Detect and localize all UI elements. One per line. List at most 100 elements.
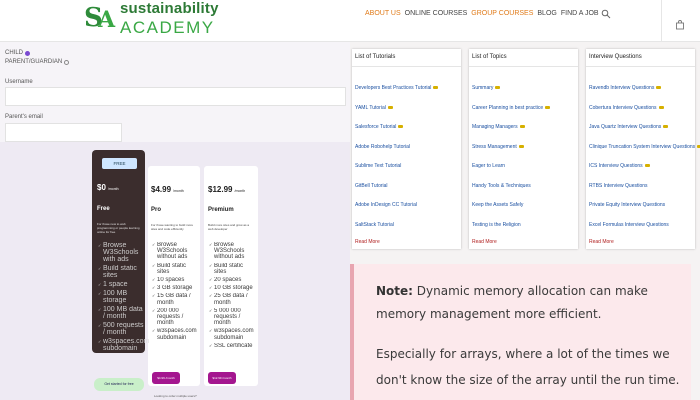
topics-read-more[interactable]: Read More [472, 239, 497, 245]
list-item: w3spaces.com subdomain [152, 328, 200, 340]
divider [586, 66, 695, 67]
interview-link[interactable]: Private Equity Interview Questions [589, 202, 700, 222]
radio-parent[interactable] [64, 59, 70, 65]
badge-icon [644, 164, 650, 168]
interview-link[interactable]: RTBS Interview Questions [589, 183, 700, 203]
nav-about-us[interactable]: ABOUT US [365, 10, 401, 17]
sustainability-academy-logo[interactable]: SA sustainability ACADEMY [84, 0, 219, 37]
pricing-card-premium: $12.99/month Premium Build more sites an… [204, 166, 258, 386]
topic-link[interactable]: Managing Managers [472, 124, 550, 144]
tutorial-link[interactable]: GitBell Tutorial [355, 183, 438, 203]
interview-link[interactable]: Cobertura Interview Questions [589, 105, 700, 125]
list-item: 100 MB storage [98, 290, 146, 304]
radio-parent-label: PARENT/GUARDIAN [5, 59, 63, 65]
list-item: 20 spaces [209, 277, 257, 283]
list-item: Build static sites [152, 263, 200, 275]
logo-title: sustainability [120, 0, 219, 17]
interview-link[interactable]: Ravendb Interview Questions [589, 85, 700, 105]
parent-email-label: Parent's email [5, 114, 43, 120]
premium-features: Browse W3Schools without ads Build stati… [209, 242, 257, 351]
pro-features: Browse W3Schools without ads Build stati… [152, 242, 200, 343]
topics-list: Summary Career Planning in best practice… [472, 85, 551, 241]
tutorials-list: Developers Best Practices Tutorial YAML … [355, 85, 439, 241]
username-label: Username [5, 79, 33, 85]
interview-list: Ravendb Interview Questions Cobertura In… [589, 85, 700, 241]
premium-name: Premium [208, 207, 234, 213]
shopping-bag-icon[interactable] [675, 20, 685, 30]
list-item: 100 MB data / month [98, 306, 146, 320]
list-item: w3spaces.com subdomain [98, 338, 149, 352]
badge-icon [433, 86, 439, 90]
interview-read-more[interactable]: Read More [589, 239, 614, 245]
tutorial-link[interactable]: YAML Tutorial [355, 105, 438, 125]
pro-desc: For those wanting to build more sites an… [151, 223, 194, 231]
nav-group-courses[interactable]: GROUP COURSES [471, 10, 533, 17]
logo-subtitle: ACADEMY [120, 18, 215, 37]
badge-icon [495, 86, 501, 90]
tutorials-read-more[interactable]: Read More [355, 239, 380, 245]
interview-card: Interview Questions Ravendb Interview Qu… [586, 49, 700, 249]
get-started-free-button[interactable]: Get started for free [94, 378, 144, 391]
interview-link[interactable]: ICS Interview Questions [589, 163, 700, 183]
list-item: Build static sites [98, 265, 146, 279]
nav-online-courses[interactable]: ONLINE COURSES [405, 10, 468, 17]
search-icon[interactable] [601, 9, 611, 19]
list-item: SSL certificate [209, 343, 257, 349]
list-item: 500 requests / month [98, 322, 146, 336]
free-badge: FREE [102, 158, 137, 169]
interview-link[interactable]: Clinique Truncation System Interview Que… [589, 144, 700, 164]
interview-link[interactable]: Java Quartz Interview Questions [589, 124, 700, 144]
cart-area [661, 0, 700, 42]
list-item: 25 GB data / month [209, 293, 257, 305]
multiple-users-note[interactable]: Looking to order multiple users? [154, 394, 197, 398]
radio-child[interactable] [25, 50, 31, 56]
username-input[interactable] [5, 87, 346, 106]
badge-icon [545, 105, 551, 109]
list-item: w3spaces.com subdomain [209, 328, 257, 340]
premium-buy-button[interactable]: $12.99 /month [208, 372, 236, 384]
pricing-card-pro: $4.99/month Pro For those wanting to bui… [148, 166, 200, 386]
list-item: Browse W3Schools without ads [152, 242, 200, 261]
topic-link[interactable]: Eager to Learn [472, 163, 550, 183]
badge-icon [518, 144, 524, 148]
topic-link[interactable]: Stress Management [472, 144, 550, 164]
site-header: SA sustainability ACADEMY ABOUT US ONLIN… [0, 0, 700, 42]
note-box: Note: Dynamic memory allocation can make… [350, 264, 691, 400]
page: SA sustainability ACADEMY ABOUT US ONLIN… [0, 0, 700, 400]
tutorial-link[interactable]: Sublime Text Tutorial [355, 163, 438, 183]
radio-child-label: CHILD [5, 50, 24, 56]
tutorial-link[interactable]: Adobe Robohelp Tutorial [355, 144, 438, 164]
tutorial-link[interactable]: Developers Best Practices Tutorial [355, 85, 439, 105]
list-item: Browse W3Schools with ads [98, 242, 146, 263]
free-features: Browse W3Schools with ads Build static s… [98, 242, 149, 354]
tutorial-link[interactable]: Salesforce Tutorial [355, 124, 438, 144]
radio-parent-row[interactable]: PARENT/GUARDIAN [5, 59, 70, 65]
list-item: Build static sites [209, 263, 257, 275]
pro-name: Pro [151, 207, 162, 213]
pro-buy-button[interactable]: $4.99 /month [152, 372, 180, 384]
list-item: 3 GB storage [152, 285, 200, 291]
list-item: 1 space [98, 281, 146, 288]
list-item: 5 000 000 requests / month [209, 308, 257, 327]
badge-icon [663, 125, 669, 129]
nav-find-a-job[interactable]: FIND A JOB [561, 10, 599, 17]
tutorial-link[interactable]: Adobe InDesign CC Tutorial [355, 202, 438, 222]
topic-link[interactable]: Summary [472, 85, 550, 105]
list-item: 15 GB data / month [152, 293, 200, 305]
topic-link[interactable]: Keep the Assets Safely [472, 202, 550, 222]
topic-link[interactable]: Handy Tools & Techniques [472, 183, 550, 203]
tutorials-card: List of Tutorials Developers Best Practi… [352, 49, 461, 249]
list-item: 10 GB storage [209, 285, 257, 291]
logo-mark: SA [84, 3, 116, 33]
radio-child-row[interactable]: CHILD [5, 50, 31, 56]
pro-price: $4.99/month [151, 185, 184, 194]
nav-blog[interactable]: BLOG [537, 10, 556, 17]
note-paragraph-2: Especially for arrays, where a lot of th… [376, 347, 680, 387]
parent-email-input[interactable] [5, 123, 122, 142]
divider [469, 66, 578, 67]
topic-link[interactable]: Career Planning in best practice [472, 105, 551, 125]
badge-icon [398, 125, 404, 129]
list-item: 200 000 requests / month [152, 308, 200, 327]
tutorials-title: List of Tutorials [355, 54, 396, 60]
free-price: $0/month [97, 183, 119, 192]
